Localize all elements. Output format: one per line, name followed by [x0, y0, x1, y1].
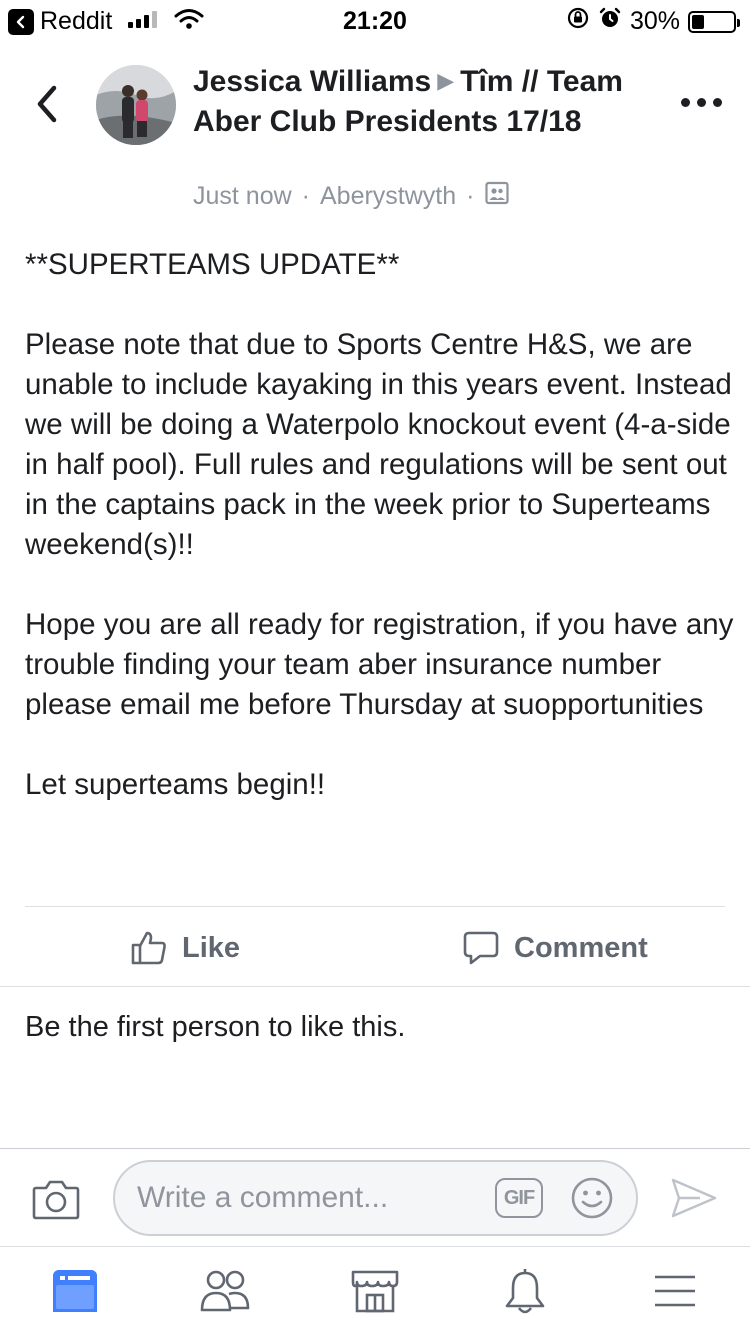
news-feed-icon: [53, 1270, 97, 1312]
divider: [0, 986, 750, 987]
camera-button[interactable]: [32, 1178, 80, 1225]
post-title: Jessica Williams ▶ Tîm // Team Aber Club P…: [193, 63, 633, 141]
group-audience-icon: [484, 181, 509, 212]
comment-input[interactable]: [137, 1162, 477, 1234]
comment-button[interactable]: Comment: [462, 920, 648, 976]
marketplace-icon: [351, 1270, 399, 1313]
thumbs-up-icon: [131, 931, 166, 965]
tab-menu[interactable]: [645, 1265, 705, 1317]
like-button[interactable]: Like: [130, 920, 240, 976]
post-time[interactable]: Just now: [193, 182, 292, 211]
divider: [25, 906, 725, 907]
tab-friends[interactable]: [195, 1265, 255, 1317]
like-label: Like: [182, 931, 241, 964]
action-row: Like Comment: [0, 920, 750, 976]
post-body: **SUPERTEAMS UPDATE** Please note that d…: [25, 245, 735, 845]
post-paragraph: Hope you are all ready for registration,…: [25, 608, 734, 721]
meta-separator: ·: [301, 182, 310, 210]
notifications-icon: [505, 1269, 545, 1314]
arrow-right-icon: ▶: [437, 68, 455, 93]
post-paragraph: Please note that due to Sports Centre H&…: [25, 328, 732, 561]
comment-label: Comment: [514, 931, 648, 964]
gif-button[interactable]: GIF: [495, 1178, 543, 1218]
post-paragraph: **SUPERTEAMS UPDATE**: [25, 248, 400, 281]
divider: [0, 1148, 750, 1149]
menu-icon: [655, 1275, 695, 1307]
more-options-icon[interactable]: [681, 98, 722, 107]
send-icon: [671, 1178, 717, 1218]
emoji-button[interactable]: [570, 1176, 614, 1225]
back-button[interactable]: [34, 84, 60, 129]
status-bar: Reddit 21:20 30%: [0, 0, 750, 40]
camera-icon: [32, 1180, 80, 1220]
friends-icon: [200, 1270, 250, 1312]
post-location[interactable]: Aberystwyth: [320, 182, 456, 211]
battery-icon: [688, 10, 740, 33]
send-button[interactable]: [670, 1176, 718, 1225]
chevron-left-icon: [37, 85, 57, 123]
meta-separator: ·: [466, 182, 475, 210]
comment-bubble-icon: [463, 931, 499, 965]
tab-news-feed[interactable]: [45, 1265, 105, 1317]
tab-marketplace[interactable]: [345, 1265, 405, 1317]
battery-percent: 30%: [629, 7, 680, 35]
comment-composer: GIF: [113, 1160, 638, 1236]
post-paragraph: Let superteams begin!!: [25, 768, 326, 801]
rotation-lock-icon: [566, 6, 590, 37]
avatar[interactable]: [96, 65, 176, 145]
tab-notifications[interactable]: [495, 1265, 555, 1317]
author-name[interactable]: Jessica Williams: [193, 65, 431, 98]
alarm-icon: [598, 6, 622, 37]
likes-summary: Be the first person to like this.: [25, 1011, 406, 1043]
tab-bar: [0, 1247, 750, 1334]
post-meta: Just now · Aberystwyth ·: [193, 181, 509, 212]
smiley-icon: [571, 1177, 613, 1219]
